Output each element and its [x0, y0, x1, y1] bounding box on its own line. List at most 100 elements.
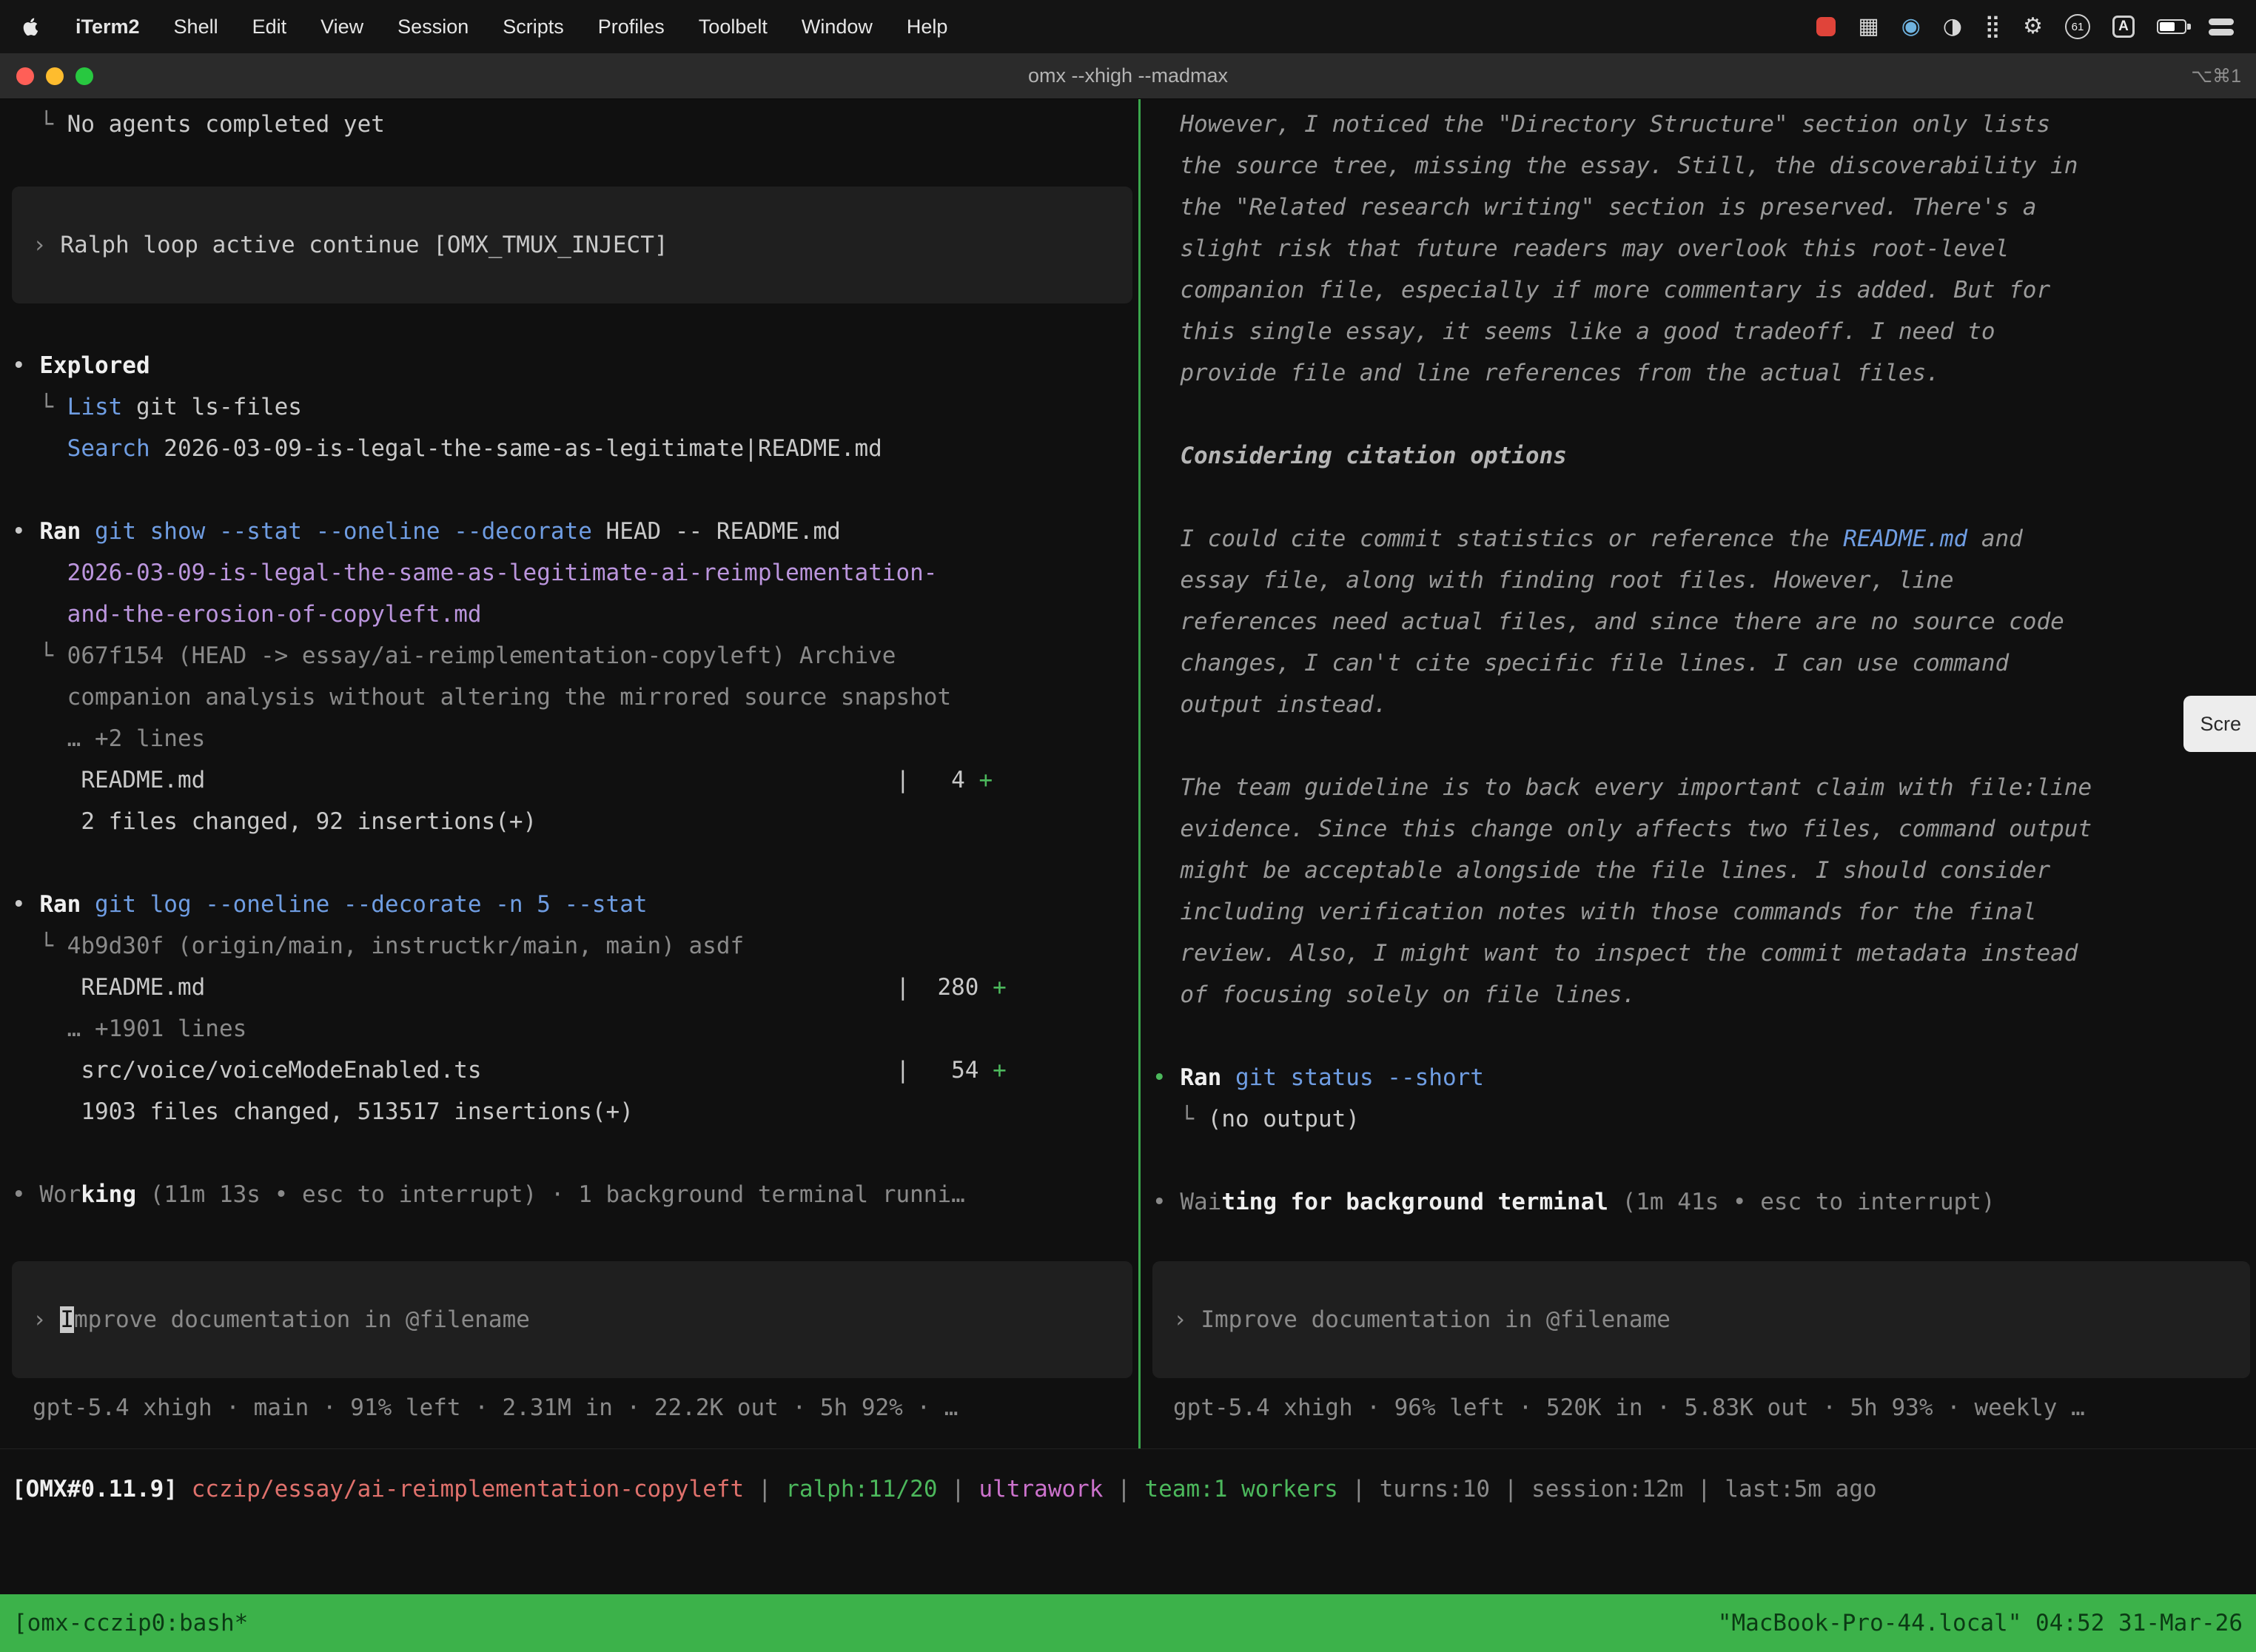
terminal-line: references need actual files, and since …: [1152, 601, 2250, 642]
right-prompt-input[interactable]: › Improve documentation in @filename: [1152, 1261, 2250, 1378]
screen-recording-icon[interactable]: [1816, 17, 1836, 36]
menu-item-4[interactable]: Session: [397, 16, 469, 38]
terminal-line: [12, 1132, 1132, 1174]
terminal-line: the source tree, missing the essay. Stil…: [1152, 145, 2250, 187]
terminal-line: [12, 842, 1132, 884]
contrast-icon[interactable]: ◑: [1943, 16, 1962, 38]
tmux-status-bar: [omx-cczip0:bash* "MacBook-Pro-44.local"…: [0, 1594, 2256, 1652]
terminal-line: and-the-erosion-of-copyleft.md: [12, 594, 1132, 635]
terminal-line: essay file, along with finding root file…: [1152, 560, 2250, 601]
menu-bar-status-icons: ▦ ◉ ◑ ⣿ ⚙ 61 A: [1816, 14, 2234, 39]
terminal-line: 2026-03-09-is-legal-the-same-as-legitima…: [12, 552, 1132, 594]
close-window-button[interactable]: [16, 67, 34, 85]
dots-grid-icon[interactable]: ⣿: [1984, 16, 2001, 38]
terminal-line: The team guideline is to back every impo…: [1152, 767, 2250, 808]
menu-item-6[interactable]: Profiles: [598, 16, 665, 38]
battery-percent-badge[interactable]: 61: [2065, 14, 2090, 39]
menu-item-8[interactable]: Window: [802, 16, 873, 38]
screen-tag[interactable]: Scre: [2183, 696, 2256, 752]
terminal-line: • Waiting for background terminal (1m 41…: [1152, 1181, 2250, 1223]
terminal: └ No agents completed yet › Ralph loop a…: [0, 99, 2256, 1448]
terminal-line: of focusing solely on file lines.: [1152, 974, 2250, 1015]
menu-item-5[interactable]: Scripts: [503, 16, 564, 38]
terminal-line: [OMX#0.11.9] cczip/essay/ai-reimplementa…: [12, 1468, 2256, 1510]
terminal-line: › Improve documentation in @filename: [33, 1299, 1132, 1340]
traffic-lights: [0, 67, 93, 85]
battery-icon[interactable]: [2157, 19, 2186, 34]
left-pane-transcript: • Explored └ List git ls-files Search 20…: [12, 345, 1132, 1215]
tmux-session-label[interactable]: [omx-cczip0:bash*: [13, 1610, 248, 1636]
terminal-line: gpt-5.4 xhigh · 96% left · 520K in · 5.8…: [1173, 1387, 2250, 1428]
terminal-line: review. Also, I might want to inspect th…: [1152, 933, 2250, 974]
window-title-bar[interactable]: omx --xhigh --madmax ⌥⌘1: [0, 53, 2256, 99]
terminal-line: › Improve documentation in @filename: [1173, 1299, 2250, 1340]
terminal-line: changes, I can't cite specific file line…: [1152, 642, 2250, 684]
terminal-line: gpt-5.4 xhigh · main · 91% left · 2.31M …: [33, 1387, 1132, 1428]
menu-item-1[interactable]: Shell: [174, 16, 218, 38]
terminal-line: evidence. Since this change only affects…: [1152, 808, 2250, 850]
terminal-line: 1903 files changed, 513517 insertions(+): [12, 1091, 1132, 1132]
terminal-line: … +1901 lines: [12, 1008, 1132, 1050]
screen: iTerm2 Shell Edit View Session Scripts Profile…: [0, 0, 2256, 1652]
zoom-window-button[interactable]: [75, 67, 93, 85]
terminal-line: • Ran git show --stat --oneline --decora…: [12, 511, 1132, 552]
menu-item-2[interactable]: Edit: [252, 16, 287, 38]
hotkey-window-indicator: ⌥⌘1: [2191, 65, 2256, 87]
menu-item-0[interactable]: iTerm2: [75, 16, 140, 38]
terminal-line: README.md | 4 +: [12, 759, 1132, 801]
terminal-line: companion analysis without altering the …: [12, 676, 1132, 718]
menu-item-7[interactable]: Toolbelt: [699, 16, 768, 38]
right-pane[interactable]: However, I noticed the "Directory Struct…: [1141, 99, 2256, 1448]
tmux-host-clock: "MacBook-Pro-44.local" 04:52 31-Mar-26: [1718, 1610, 2243, 1636]
terminal-line: However, I noticed the "Directory Struct…: [1152, 104, 2250, 145]
input-source-icon[interactable]: A: [2112, 16, 2135, 38]
battery-fill: [2160, 22, 2175, 31]
menu-item-3[interactable]: View: [320, 16, 363, 38]
terminal-line: Considering citation options: [1152, 435, 2250, 477]
terminal-line: output instead.: [1152, 684, 2250, 725]
omx-status-bar: [OMX#0.11.9] cczip/essay/ai-reimplementa…: [0, 1448, 2256, 1594]
terminal-line: └ No agents completed yet: [12, 104, 1132, 145]
right-model-statusline: gpt-5.4 xhigh · 96% left · 520K in · 5.8…: [1152, 1387, 2250, 1428]
apple-menu-icon[interactable]: [22, 17, 38, 36]
terminal-line: [1152, 725, 2250, 767]
terminal-line: provide file and line references from th…: [1152, 352, 2250, 394]
terminal-line: [1152, 477, 2250, 518]
terminal-line: README.md | 280 +: [12, 967, 1132, 1008]
terminal-line: › Ralph loop active continue [OMX_TMUX_I…: [33, 224, 1132, 266]
terminal-line: [1152, 1140, 2250, 1181]
control-center-icon[interactable]: [2209, 18, 2234, 36]
left-prompt-input[interactable]: › Improve documentation in @filename: [12, 1261, 1132, 1378]
terminal-line: Search 2026-03-09-is-legal-the-same-as-l…: [12, 428, 1132, 469]
terminal-line: companion file, especially if more comme…: [1152, 269, 2250, 311]
terminal-line: [1152, 1015, 2250, 1057]
terminal-line: might be acceptable alongside the file l…: [1152, 850, 2250, 891]
menu-bar-items: iTerm2 Shell Edit View Session Scripts Profile…: [75, 16, 947, 38]
terminal-line: • Explored: [12, 345, 1132, 386]
terminal-line: • Working (11m 13s • esc to interrupt) ·…: [12, 1174, 1132, 1215]
terminal-line: the "Related research writing" section i…: [1152, 187, 2250, 228]
left-pane[interactable]: └ No agents completed yet › Ralph loop a…: [0, 99, 1138, 1448]
terminal-line: src/voice/voiceModeEnabled.ts | 54 +: [12, 1050, 1132, 1091]
terminal-line: [12, 469, 1132, 511]
terminal-line: this single essay, it seems like a good …: [1152, 311, 2250, 352]
terminal-line: • Ran git status --short: [1152, 1057, 2250, 1098]
terminal-line: I could cite commit statistics or refere…: [1152, 518, 2250, 560]
inject-banner: › Ralph loop active continue [OMX_TMUX_I…: [12, 187, 1132, 303]
menu-bar: iTerm2 Shell Edit View Session Scripts Profile…: [0, 0, 2256, 53]
terminal-line: 2 files changed, 92 insertions(+): [12, 801, 1132, 842]
grid-icon[interactable]: ▦: [1858, 16, 1879, 38]
terminal-line: … +2 lines: [12, 718, 1132, 759]
terminal-line: └ (no output): [1152, 1098, 2250, 1140]
swirl-icon[interactable]: ◉: [1901, 16, 1921, 38]
terminal-line: └ List git ls-files: [12, 386, 1132, 428]
minimize-window-button[interactable]: [46, 67, 64, 85]
right-pane-transcript: However, I noticed the "Directory Struct…: [1152, 104, 2250, 1223]
gear-icon[interactable]: ⚙: [2023, 16, 2043, 38]
window-title: omx --xhigh --madmax: [0, 64, 2256, 87]
terminal-line: └ 4b9d30f (origin/main, instructkr/main,…: [12, 925, 1132, 967]
menu-item-9[interactable]: Help: [907, 16, 948, 38]
terminal-line: slight risk that future readers may over…: [1152, 228, 2250, 269]
terminal-line: including verification notes with those …: [1152, 891, 2250, 933]
left-model-statusline: gpt-5.4 xhigh · main · 91% left · 2.31M …: [12, 1387, 1132, 1428]
